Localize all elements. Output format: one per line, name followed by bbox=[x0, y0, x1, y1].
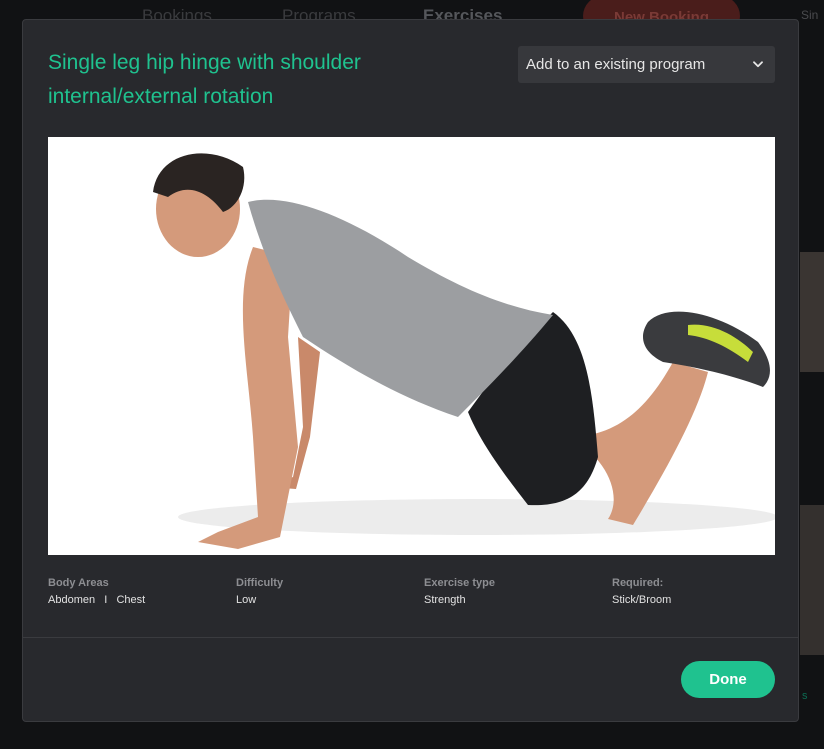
exercise-modal: Single leg hip hinge with shoulder inter… bbox=[22, 19, 799, 722]
chevron-down-icon bbox=[753, 61, 763, 68]
bg-exercise-card bbox=[800, 505, 824, 655]
exercise-title: Single leg hip hinge with shoulder inter… bbox=[48, 51, 361, 108]
done-button[interactable]: Done bbox=[681, 661, 775, 698]
detail-value: Strength bbox=[424, 594, 466, 606]
footer-divider bbox=[23, 637, 798, 638]
detail-label: Exercise type bbox=[424, 577, 495, 589]
detail-label: Body Areas bbox=[48, 577, 109, 589]
program-select-dropdown[interactable]: Add to an existing program bbox=[518, 46, 775, 83]
detail-value: Low bbox=[236, 594, 257, 606]
detail-label: Difficulty bbox=[236, 577, 284, 589]
detail-exercise-type: Exercise type Strength bbox=[424, 577, 495, 606]
detail-required: Required: Stick/Broom bbox=[612, 577, 671, 606]
exercise-image bbox=[48, 137, 775, 555]
program-select-value: Add to an existing program bbox=[526, 56, 706, 73]
detail-value: Abdomen I Chest bbox=[48, 594, 146, 606]
bg-tag: s bbox=[802, 690, 808, 702]
bg-corner-text: Sin bbox=[801, 8, 819, 22]
detail-body-areas: Body Areas Abdomen I Chest bbox=[48, 577, 145, 606]
detail-value: Stick/Broom bbox=[612, 594, 672, 606]
detail-label: Required: bbox=[612, 577, 664, 589]
detail-difficulty: Difficulty Low bbox=[236, 577, 283, 606]
bg-exercise-card bbox=[800, 252, 824, 372]
